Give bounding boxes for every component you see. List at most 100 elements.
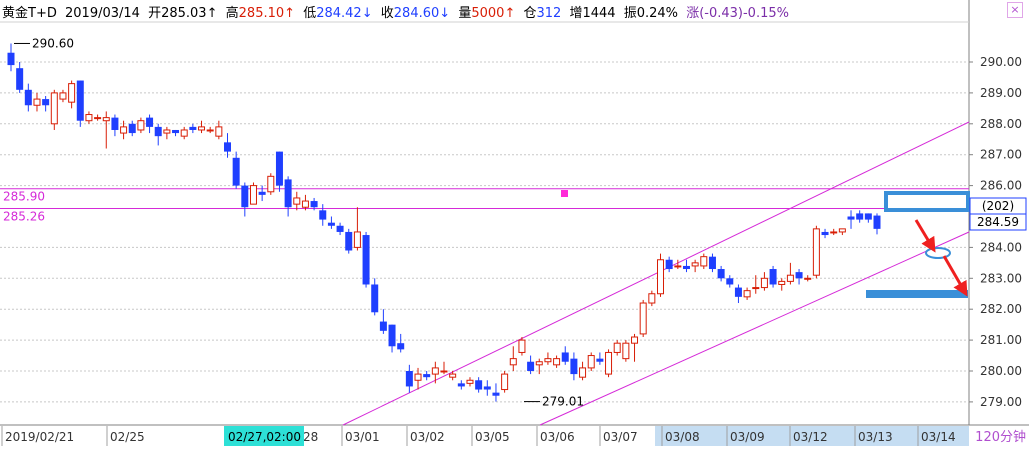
candle-body-up — [293, 197, 301, 205]
candle-body-down — [258, 191, 266, 195]
candle-body-down — [492, 392, 500, 396]
price-axis: 290.00 289.00 288.00 287.00 286.00 284.00 283.… — [969, 55, 1022, 409]
change-value: (-0.43)-0.15% — [699, 6, 789, 21]
close-button[interactable]: × — [1007, 2, 1023, 18]
candle — [786, 262, 794, 285]
candle — [267, 173, 275, 195]
candle — [154, 123, 162, 146]
chart-area[interactable]: 290.00 289.00 288.00 287.00 286.00 284.00 283.… — [0, 0, 1029, 447]
candle-body-up — [440, 370, 448, 373]
candle-body-down — [769, 269, 777, 285]
candle — [431, 361, 439, 384]
candle — [33, 92, 41, 112]
candle — [475, 377, 483, 393]
candle-body-up — [535, 361, 543, 366]
axis-tick-label: 288.00 — [980, 117, 1022, 131]
candle-body-up — [301, 200, 309, 208]
candle — [760, 272, 768, 291]
candle-body-down — [111, 117, 119, 130]
candle — [734, 284, 742, 304]
trend-channel — [342, 121, 970, 426]
candle — [371, 278, 379, 316]
candle-body-down — [146, 117, 154, 127]
candle — [76, 80, 84, 127]
candlestick-chart[interactable]: 290.00 289.00 288.00 287.00 286.00 284.00 283.… — [0, 0, 1029, 447]
time-label: 03/12 — [793, 430, 828, 444]
time-label: 03/08 — [665, 430, 700, 444]
channel-lower-line — [539, 231, 970, 426]
candle — [509, 346, 517, 371]
quote-date: 2019/03/14 — [65, 6, 140, 21]
axis-tick-label: 287.00 — [980, 148, 1022, 162]
candle — [232, 151, 240, 189]
candle-body-down — [856, 213, 864, 220]
candle-body-down — [388, 324, 396, 347]
current-price-label: 284.59 — [977, 215, 1019, 229]
axis-tick-label: 286.00 — [980, 179, 1022, 193]
candle — [24, 83, 32, 112]
candle — [85, 111, 93, 124]
candle — [769, 265, 777, 288]
candle-body-down — [172, 129, 180, 134]
high-value: 285.10 — [238, 6, 285, 21]
axis-tick-label: 282.00 — [980, 302, 1022, 316]
candle — [388, 324, 396, 353]
time-label: 03/02 — [410, 430, 445, 444]
candle-body-up — [631, 336, 639, 344]
time-label: 03/01 — [345, 430, 380, 444]
candle-body-up — [267, 175, 275, 193]
red-arrow-1 — [914, 219, 936, 253]
candle-body-up — [509, 358, 517, 366]
candle — [830, 228, 838, 236]
inc-field: 增1444 — [569, 6, 616, 21]
candle-body-down — [423, 374, 431, 378]
candle-body-up — [102, 117, 110, 122]
candle — [189, 123, 197, 134]
candle — [804, 275, 812, 282]
time-label: 03/05 — [475, 430, 510, 444]
candle-body-up — [120, 126, 128, 134]
candle — [639, 299, 647, 338]
candle — [665, 256, 673, 273]
candle-body-up — [752, 287, 760, 290]
candle-body-up — [466, 379, 474, 384]
candle — [483, 380, 491, 396]
change-field: 涨(-0.43)-0.15% — [686, 6, 789, 21]
candle-body-down — [821, 231, 829, 236]
candle — [457, 380, 465, 390]
close-field: 收284.60↓ — [380, 6, 451, 21]
axis-tick-label: 284.00 — [980, 240, 1022, 254]
candle — [241, 182, 249, 217]
candle-body-down — [734, 287, 742, 297]
candle-body-down — [457, 383, 465, 387]
candle-body-down — [483, 386, 491, 390]
candle-body-up — [760, 277, 768, 289]
candle-body-up — [544, 358, 552, 363]
candle — [596, 352, 604, 365]
candle — [544, 352, 552, 365]
candle — [249, 182, 257, 205]
candle — [258, 185, 266, 202]
candle — [648, 290, 656, 307]
inc-value: 1444 — [582, 6, 616, 21]
candle-body-down — [232, 157, 240, 186]
candle-body-down — [864, 213, 872, 220]
candle — [397, 333, 405, 353]
target-ellipse — [925, 247, 951, 259]
resistance-zone-box — [884, 191, 970, 212]
candle — [224, 133, 231, 158]
candle-body-down — [42, 99, 50, 106]
level-label-lower: 285.26 — [3, 209, 45, 223]
candle — [59, 89, 67, 103]
candle-body-up — [33, 98, 41, 106]
candle-body-up — [648, 293, 656, 304]
oi-value: 312 — [536, 6, 562, 21]
candle-body-up — [94, 117, 102, 120]
candle — [691, 259, 699, 273]
candle-body-down — [24, 89, 32, 106]
candle — [293, 191, 301, 211]
period-label: 120分钟 — [975, 429, 1026, 445]
candle-body-down — [570, 358, 578, 375]
quote-header: 黄金T+D 2019/03/14 开285.03↑ 高285.10↑ 低284.… — [2, 2, 793, 22]
candle-body-up — [449, 373, 457, 378]
